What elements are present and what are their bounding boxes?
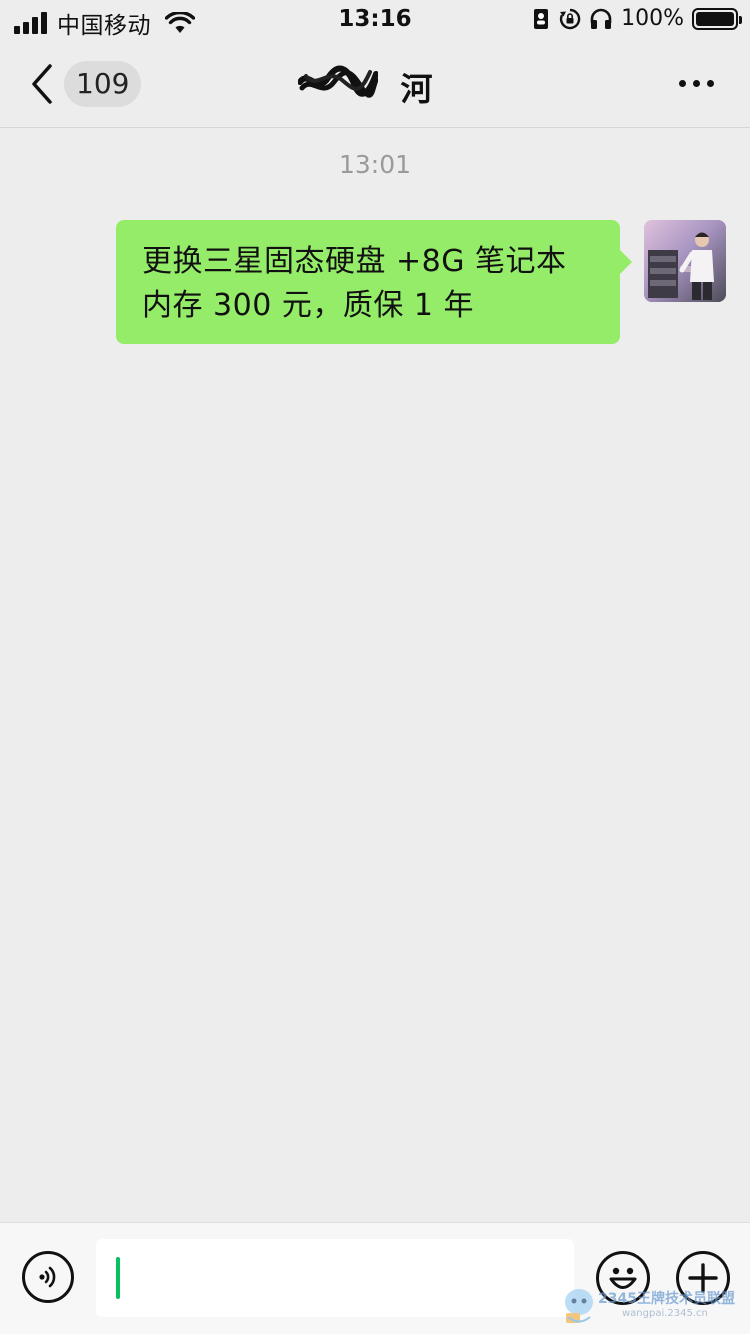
message-line: 更换三星固态硬盘 +8G 笔记本	[142, 244, 567, 279]
watermark-line2: wangpai.2345.cn	[622, 1308, 708, 1319]
status-right: 100%	[531, 6, 742, 31]
more-dots-icon	[679, 80, 686, 87]
redaction-scribble	[298, 65, 378, 98]
mascot-icon	[565, 1289, 593, 1323]
status-bar: 中国移动 13:16 100%	[0, 0, 750, 42]
watermark-line1: 2345王牌技术员联盟	[598, 1291, 735, 1307]
watermark: 2345王牌技术员联盟 wangpai.2345.cn	[560, 1284, 740, 1328]
headphones-icon	[590, 8, 612, 29]
avatar[interactable]	[644, 220, 726, 302]
voice-input-button[interactable]	[22, 1251, 74, 1303]
message-timestamp: 13:01	[338, 150, 412, 179]
voice-icon	[39, 1266, 56, 1288]
battery-icon	[692, 7, 742, 30]
message-row: 更换三星固态硬盘 +8G 笔记本 内存 300 元，质保 1 年	[0, 220, 750, 344]
message-bubble[interactable]: 更换三星固态硬盘 +8G 笔记本 内存 300 元，质保 1 年	[116, 220, 632, 344]
rotation-lock-icon	[559, 8, 581, 29]
more-options-button[interactable]	[679, 80, 714, 87]
nav-bar: 109 河	[0, 42, 750, 128]
chat-screen: 中国移动 13:16 100% 109 河 13:01 更换三星固态硬盘 +8G…	[0, 0, 750, 1334]
message-line: 内存 300 元，质保 1 年	[142, 288, 474, 323]
message-input[interactable]	[96, 1239, 574, 1317]
contact-card-icon	[534, 8, 549, 29]
text-caret	[116, 1257, 120, 1299]
battery-percent: 100%	[621, 6, 684, 31]
chat-title-text: 河	[400, 70, 434, 108]
